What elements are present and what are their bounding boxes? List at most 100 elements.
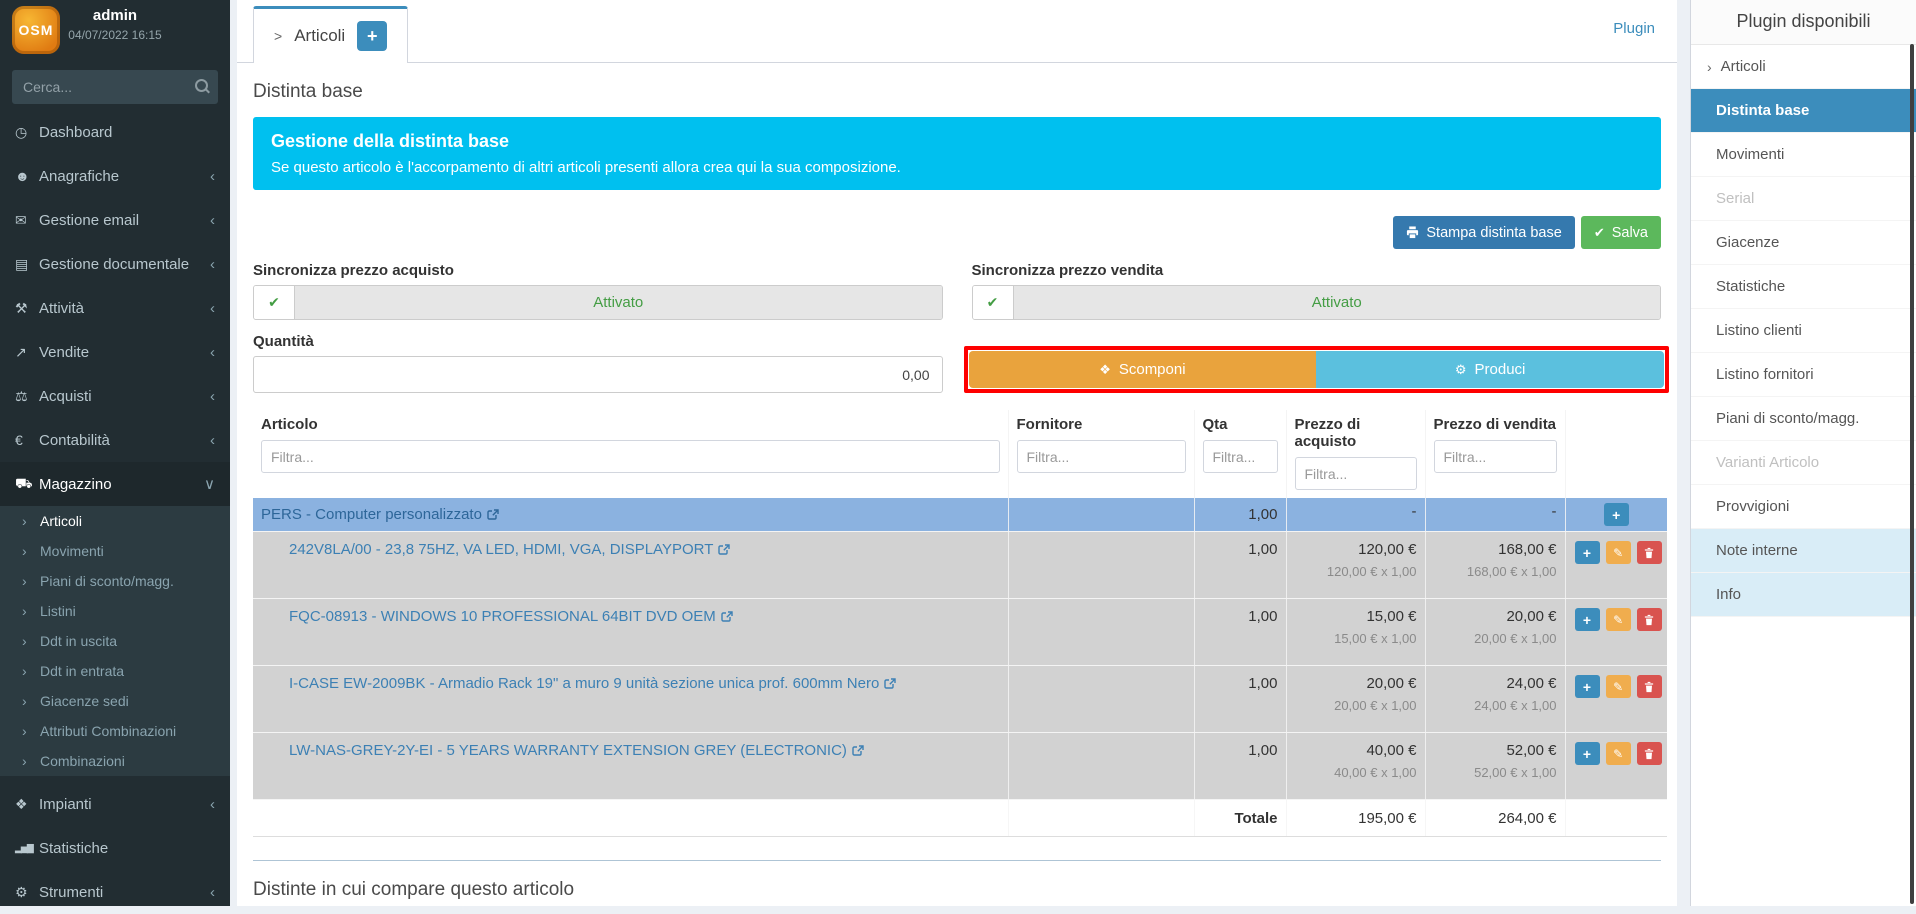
fornitore-cell bbox=[1008, 666, 1194, 733]
submenu-item[interactable]: › Combinazioni bbox=[0, 746, 230, 776]
article-link[interactable]: FQC-08913 - WINDOWS 10 PROFESSIONAL 64BI… bbox=[289, 608, 733, 625]
submenu-item[interactable]: › Giacenze sedi bbox=[0, 686, 230, 716]
add-component-button[interactable]: + bbox=[1575, 675, 1600, 698]
bom-table: Articolo Fornitore Qta Prezzo di acquist… bbox=[253, 410, 1667, 837]
plugin-item[interactable]: Piani di sconto/magg. bbox=[1691, 397, 1916, 441]
buy-price-cell: 15,00 €15,00 € x 1,00 bbox=[1286, 599, 1425, 666]
add-component-button[interactable]: + bbox=[1604, 503, 1629, 526]
sidebar-item[interactable]: ❖ Impianti ‹ bbox=[0, 782, 230, 826]
article-link[interactable]: I-CASE EW-2009BK - Armadio Rack 19" a mu… bbox=[289, 675, 896, 692]
submenu-item-label: Ddt in entrata bbox=[40, 663, 124, 679]
search-icon[interactable] bbox=[195, 79, 208, 92]
external-link-icon bbox=[884, 678, 896, 690]
chevron-icon: ∨ bbox=[204, 475, 215, 493]
delete-component-button[interactable] bbox=[1637, 742, 1662, 765]
search-input[interactable] bbox=[12, 70, 218, 104]
edit-component-button[interactable]: ✎ bbox=[1606, 675, 1631, 698]
add-component-button[interactable]: + bbox=[1575, 608, 1600, 631]
add-component-button[interactable]: + bbox=[1575, 742, 1600, 765]
plugin-item[interactable]: Distinta base bbox=[1691, 89, 1916, 133]
sidebar-item[interactable]: ◷ Dashboard bbox=[0, 110, 230, 154]
plugin-item-label: Listino fornitori bbox=[1716, 366, 1814, 383]
sidebar-item[interactable]: ⛟ Magazzino ∨ bbox=[0, 462, 230, 506]
plugin-item[interactable]: › Articoli bbox=[1691, 45, 1916, 89]
chevron-icon: ‹ bbox=[210, 432, 215, 449]
plugin-link[interactable]: Plugin bbox=[1613, 20, 1655, 37]
sidebar-item[interactable]: ✉ Gestione email ‹ bbox=[0, 198, 230, 242]
qty-cell: 1,00 bbox=[1194, 733, 1286, 800]
sync-buy-toggle[interactable]: ✔ Attivato bbox=[253, 285, 943, 320]
article-link[interactable]: PERS - Computer personalizzato bbox=[261, 506, 499, 523]
sync-sell-label: Sincronizza prezzo vendita bbox=[972, 262, 1662, 279]
users-icon: ☻ bbox=[15, 168, 39, 184]
sync-buy-label: Sincronizza prezzo acquisto bbox=[253, 262, 943, 279]
edit-component-button[interactable]: ✎ bbox=[1606, 608, 1631, 631]
submenu-item[interactable]: › Piani di sconto/magg. bbox=[0, 566, 230, 596]
submenu-item-label: Attributi Combinazioni bbox=[40, 723, 176, 739]
distinta-base-title: Distinta base bbox=[253, 81, 1661, 103]
scomponi-button[interactable]: ❖ Scomponi bbox=[969, 351, 1317, 388]
plugin-item[interactable]: Serial bbox=[1691, 177, 1916, 221]
plugin-item[interactable]: Movimenti bbox=[1691, 133, 1916, 177]
submenu-item[interactable]: › Ddt in uscita bbox=[0, 626, 230, 656]
add-tab-button[interactable]: + bbox=[357, 21, 387, 51]
scrollbar-thumb[interactable] bbox=[1910, 44, 1914, 904]
external-link-icon bbox=[487, 509, 499, 521]
sidebar-item[interactable]: ☻ Anagrafiche ‹ bbox=[0, 154, 230, 198]
sidebar-item[interactable]: ⚖ Acquisti ‹ bbox=[0, 374, 230, 418]
col-prezzo-vendita: Prezzo di vendita bbox=[1434, 416, 1557, 433]
sidebar-item[interactable]: € Contabilità ‹ bbox=[0, 418, 230, 462]
print-distinta-button[interactable]: Stampa distinta base bbox=[1393, 216, 1574, 249]
filter-acquisto-input[interactable] bbox=[1295, 457, 1417, 490]
sell-price-cell: 24,00 €24,00 € x 1,00 bbox=[1425, 666, 1565, 733]
sync-sell-toggle[interactable]: ✔ Attivato bbox=[972, 285, 1662, 320]
euro-icon: € bbox=[15, 432, 39, 448]
plugin-item[interactable]: Note interne bbox=[1691, 529, 1916, 573]
sidebar-item[interactable]: ⚒ Attività ‹ bbox=[0, 286, 230, 330]
edit-component-button[interactable]: ✎ bbox=[1606, 541, 1631, 564]
delete-component-button[interactable] bbox=[1637, 608, 1662, 631]
pencil-icon: ✎ bbox=[1613, 747, 1623, 761]
add-component-button[interactable]: + bbox=[1575, 541, 1600, 564]
plugin-item[interactable]: Listino clienti bbox=[1691, 309, 1916, 353]
sidebar-item[interactable]: ▂▅▇ Statistiche bbox=[0, 826, 230, 870]
submenu-item[interactable]: › Listini bbox=[0, 596, 230, 626]
fornitore-cell bbox=[1008, 733, 1194, 800]
info-callout: Gestione della distinta base Se questo a… bbox=[253, 117, 1661, 190]
sidebar-item[interactable]: ▤ Gestione documentale ‹ bbox=[0, 242, 230, 286]
plugin-item[interactable]: Info bbox=[1691, 573, 1916, 617]
submenu-item[interactable]: › Attributi Combinazioni bbox=[0, 716, 230, 746]
plugin-item[interactable]: Varianti Articolo bbox=[1691, 441, 1916, 485]
filter-vendita-input[interactable] bbox=[1434, 440, 1557, 473]
article-link[interactable]: LW-NAS-GREY-2Y-EI - 5 YEARS WARRANTY EXT… bbox=[289, 742, 864, 759]
tab-articoli[interactable]: > Articoli + bbox=[253, 6, 408, 63]
toggle-state-label: Attivato bbox=[1014, 286, 1661, 319]
sidebar-item[interactable]: ⚙ Strumenti ‹ bbox=[0, 870, 230, 914]
filter-fornitore-input[interactable] bbox=[1017, 440, 1186, 473]
plugin-item[interactable]: Statistiche bbox=[1691, 265, 1916, 309]
plugin-item[interactable]: Provvigioni bbox=[1691, 485, 1916, 529]
submenu-item[interactable]: › Movimenti bbox=[0, 536, 230, 566]
submenu-item[interactable]: › Ddt in entrata bbox=[0, 656, 230, 686]
filter-qta-input[interactable] bbox=[1203, 440, 1278, 473]
sidebar-item[interactable]: ↗ Vendite ‹ bbox=[0, 330, 230, 374]
external-link-icon bbox=[718, 544, 730, 556]
save-button-top[interactable]: ✔ Salva bbox=[1581, 216, 1661, 249]
filter-articolo-input[interactable] bbox=[261, 440, 1000, 473]
tab-bar: > Articoli + Plugin bbox=[237, 0, 1677, 63]
puzzle-icon: ❖ bbox=[1099, 362, 1111, 378]
external-link-icon bbox=[852, 745, 864, 757]
qty-input[interactable] bbox=[253, 356, 943, 393]
delete-component-button[interactable] bbox=[1637, 541, 1662, 564]
submenu-item[interactable]: › Articoli bbox=[0, 506, 230, 536]
trash-icon bbox=[1644, 748, 1654, 760]
produci-button[interactable]: ⚙ Produci bbox=[1316, 351, 1664, 388]
main-area: > Articoli + Plugin Distinta base Gestio… bbox=[230, 0, 1690, 906]
chevron-icon: ‹ bbox=[210, 884, 215, 901]
edit-component-button[interactable]: ✎ bbox=[1606, 742, 1631, 765]
plugin-item[interactable]: Giacenze bbox=[1691, 221, 1916, 265]
plugin-item-label: Articoli bbox=[1721, 58, 1766, 75]
plugin-item[interactable]: Listino fornitori bbox=[1691, 353, 1916, 397]
article-link[interactable]: 242V8LA/00 - 23,8 75HZ, VA LED, HDMI, VG… bbox=[289, 541, 730, 558]
delete-component-button[interactable] bbox=[1637, 675, 1662, 698]
